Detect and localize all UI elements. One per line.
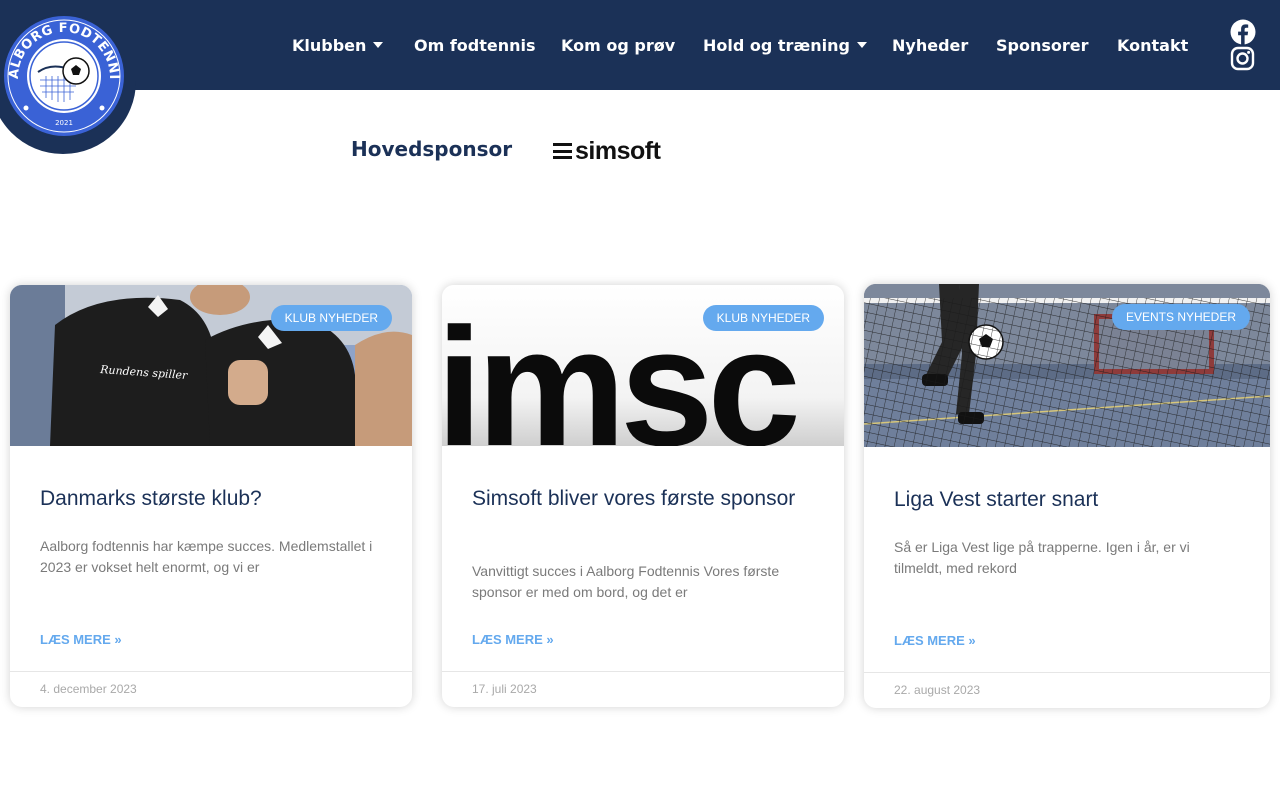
post-excerpt: Vanvittigt succes i Aalborg Fodtennis Vo…	[472, 563, 780, 600]
read-more-link[interactable]: LÆS MERE »	[894, 633, 976, 648]
read-more-link[interactable]: LÆS MERE »	[472, 632, 554, 647]
post-title[interactable]: Danmarks største klub?	[40, 486, 380, 511]
nav-hold-og-traening[interactable]: Hold og træning	[703, 34, 867, 56]
chevron-down-icon	[373, 42, 384, 48]
chevron-down-icon	[856, 42, 867, 48]
post-card[interactable]: imsc KLUB NYHEDER Simsoft bliver vores f…	[442, 285, 844, 707]
nav-label: Hold og træning	[703, 35, 850, 55]
menu-lines-icon	[553, 143, 572, 159]
nav-om-fodtennis[interactable]: Om fodtennis	[414, 34, 536, 56]
main-sponsor-heading: Hovedsponsor	[351, 137, 513, 161]
nav-label: Kom og prøv	[561, 35, 676, 55]
nav-label: Sponsorer	[996, 35, 1089, 55]
nav-label: Kontakt	[1117, 35, 1189, 55]
post-title[interactable]: Liga Vest starter snart	[894, 487, 1234, 512]
post-footer: 17. juli 2023	[442, 671, 844, 707]
post-excerpt: Aalborg fodtennis har kæmpe succes. Medl…	[40, 538, 373, 575]
post-date: 17. juli 2023	[472, 682, 537, 696]
post-footer: 4. december 2023	[10, 671, 412, 707]
post-date: 4. december 2023	[40, 682, 137, 696]
club-logo[interactable]: AALBORG FODTENNIS 2021	[0, 0, 136, 154]
post-title[interactable]: Simsoft bliver vores første sponsor	[472, 486, 812, 511]
post-category-badge[interactable]: KLUB NYHEDER	[270, 305, 392, 331]
post-footer: 22. august 2023	[864, 672, 1270, 708]
nav-kontakt[interactable]: Kontakt	[1117, 34, 1188, 56]
post-excerpt: Så er Liga Vest lige på trapperne. Igen …	[894, 539, 1190, 576]
post-date: 22. august 2023	[894, 683, 981, 697]
read-more-link[interactable]: LÆS MERE »	[40, 632, 122, 647]
post-card[interactable]: Rundens spiller KLUB NYHEDER Danmarks st…	[10, 285, 412, 707]
nav-klubben[interactable]: Klubben	[292, 34, 384, 56]
nav-label: Nyheder	[892, 35, 969, 55]
svg-text:2021: 2021	[55, 119, 73, 127]
nav-sponsorer[interactable]: Sponsorer	[996, 34, 1089, 56]
facebook-icon[interactable]	[1230, 19, 1256, 45]
nav-nyheder[interactable]: Nyheder	[892, 34, 968, 56]
nav-label: Klubben	[292, 35, 367, 55]
sponsor-logo-simsoft[interactable]: simsoft	[553, 137, 661, 165]
post-card[interactable]: EVENTS NYHEDER Liga Vest starter snart S…	[864, 284, 1270, 708]
instagram-icon[interactable]	[1230, 46, 1256, 71]
post-category-badge[interactable]: EVENTS NYHEDER	[1111, 304, 1250, 330]
post-category-badge[interactable]: KLUB NYHEDER	[702, 305, 824, 331]
logo-emblem: AALBORG FODTENNIS 2021	[0, 14, 126, 138]
nav-label: Om fodtennis	[414, 35, 536, 55]
sponsor-logo-text: simsoft	[575, 137, 661, 165]
nav-kom-og-prov[interactable]: Kom og prøv	[561, 34, 675, 56]
